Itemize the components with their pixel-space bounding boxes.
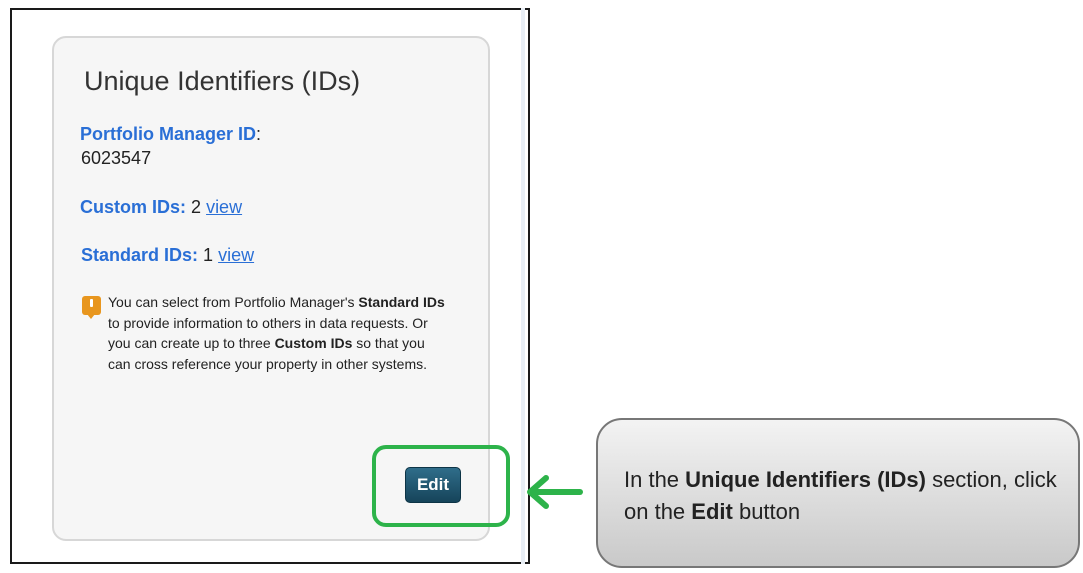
panel-title: Unique Identifiers (IDs) (84, 66, 361, 96)
portfolio-manager-id-label: Portfolio Manager ID: (80, 124, 262, 144)
standard-ids-row: Standard IDs: 1 view (81, 245, 254, 266)
info-icon (82, 296, 101, 319)
callout-text: In the Unique Identifiers (IDs) section,… (624, 467, 1057, 524)
portfolio-manager-id-value: 6023547 (81, 148, 152, 168)
edit-button[interactable]: Edit (405, 467, 461, 503)
custom-ids-count: 2 (191, 197, 202, 217)
custom-ids-row: Custom IDs: 2 view (80, 197, 242, 218)
info-message: You can select from Portfolio Manager's … (108, 294, 445, 372)
left-arrow-icon (527, 475, 583, 509)
custom-ids-view-link[interactable]: view (206, 197, 242, 217)
standard-ids-label: Standard IDs: (81, 245, 199, 265)
standard-ids-count: 1 (203, 245, 214, 265)
custom-ids-label: Custom IDs: (80, 197, 187, 217)
standard-ids-view-link[interactable]: view (218, 245, 254, 265)
